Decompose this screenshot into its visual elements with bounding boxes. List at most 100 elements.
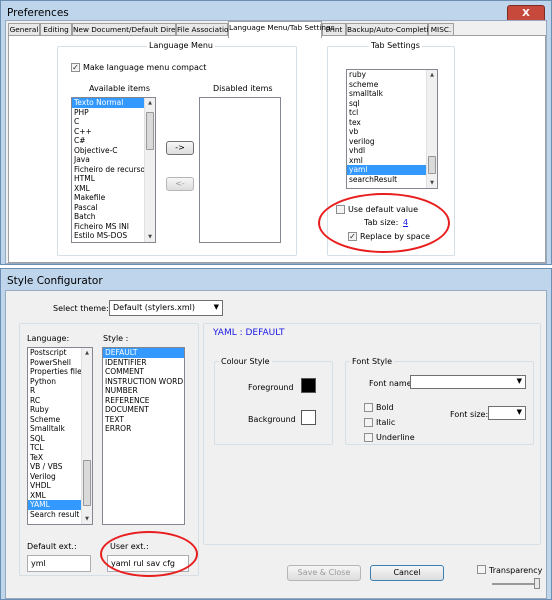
list-item[interactable]: NUMBER [103, 386, 184, 396]
list-item[interactable]: C# [72, 136, 155, 146]
list-item[interactable]: vb [347, 127, 437, 137]
chevron-down-icon[interactable]: ▼ [145, 232, 155, 242]
language-scrollbar[interactable]: ▲ ▼ [81, 348, 92, 524]
list-item[interactable]: xml [347, 156, 437, 166]
list-item[interactable]: ruby [347, 70, 437, 80]
style-list[interactable]: DEFAULT IDENTIFIER COMMENT INSTRUCTION WORD… [102, 347, 185, 525]
list-item[interactable]: COMMENT [103, 367, 184, 377]
list-item[interactable]: Estilo MS-DOS [72, 231, 155, 241]
cancel-button[interactable]: Cancel [370, 565, 444, 581]
style-configurator-client: Select theme: Default (stylers.xml) ▼ La… [5, 290, 547, 599]
chevron-down-icon[interactable]: ▼ [82, 514, 92, 524]
font-size-select[interactable]: ▼ [488, 406, 526, 420]
italic-checkbox[interactable] [364, 418, 373, 427]
list-item[interactable]: Pascal [72, 203, 155, 213]
bold-checkbox[interactable] [364, 403, 373, 412]
list-item[interactable]: Ficheiro de recurso [72, 165, 155, 175]
theme-value: Default (stylers.xml) [113, 303, 195, 312]
available-scrollbar[interactable]: ▲ ▼ [144, 98, 155, 242]
italic-label: Italic [376, 418, 396, 427]
list-item[interactable]: sql [347, 99, 437, 109]
list-item[interactable]: Java [72, 155, 155, 165]
list-item[interactable]: DEFAULT [103, 348, 184, 358]
language-label: Language: [27, 334, 70, 343]
chevron-up-icon[interactable]: ▲ [145, 98, 155, 108]
font-size-label: Font size: [450, 410, 489, 419]
list-item[interactable]: C [72, 117, 155, 127]
list-item[interactable]: PHP [72, 108, 155, 118]
remove-item-button[interactable]: <- [166, 177, 194, 191]
user-ext-label: User ext.: [110, 542, 149, 551]
list-item[interactable]: DOCUMENT [103, 405, 184, 415]
list-item[interactable]: Makefile [72, 193, 155, 203]
language-list[interactable]: Postscript PowerShell Properties file Pytho… [27, 347, 93, 525]
list-item[interactable]: XML [72, 184, 155, 194]
transparency-slider-thumb[interactable] [534, 578, 540, 589]
transparency-checkbox[interactable] [477, 565, 486, 574]
list-item[interactable]: scheme [347, 80, 437, 90]
chevron-up-icon[interactable]: ▲ [427, 70, 437, 80]
disabled-items-list[interactable] [199, 97, 281, 243]
theme-select[interactable]: Default (stylers.xml) ▼ [109, 300, 223, 316]
list-item[interactable]: IDENTIFIER [103, 358, 184, 368]
transparency-label: Transparency [489, 566, 543, 575]
styles: DEFAULT IDENTIFIER COMMENT INSTRUCTION WORD… [103, 348, 184, 434]
chevron-down-icon: ▼ [516, 377, 522, 385]
chevron-up-icon[interactable]: ▲ [82, 348, 92, 358]
font-name-select[interactable]: ▼ [410, 375, 526, 389]
available-scroll-thumb[interactable] [146, 112, 154, 150]
tab-language-scroll-thumb[interactable] [428, 156, 436, 174]
list-item[interactable]: yaml [347, 165, 437, 175]
save-close-button[interactable]: Save & Close [287, 565, 361, 581]
list-item[interactable]: ERROR [103, 424, 184, 434]
list-item[interactable]: REFERENCE [103, 396, 184, 406]
tab-size-value[interactable]: 4 [403, 218, 408, 227]
font-style-title: Font Style [350, 357, 395, 366]
foreground-label: Foreground [248, 383, 294, 392]
foreground-swatch[interactable] [301, 378, 316, 393]
list-item[interactable]: tcl [347, 108, 437, 118]
chevron-down-icon[interactable]: ▼ [427, 178, 437, 188]
preferences-window: Preferences X General Editing New Docume… [0, 0, 552, 265]
font-name-label: Font name: [369, 379, 415, 388]
list-item[interactable]: searchResult [347, 175, 437, 185]
underline-checkbox[interactable] [364, 433, 373, 442]
list-item[interactable]: HTML [72, 174, 155, 184]
chevron-down-icon: ▼ [213, 303, 219, 311]
list-item[interactable]: tex [347, 118, 437, 128]
list-item[interactable]: Texto Normal [72, 98, 155, 108]
list-item[interactable]: Ficheiro MS INI [72, 222, 155, 232]
style-configurator-title: Style Configurator [7, 275, 103, 287]
list-item[interactable]: Objective-C [72, 146, 155, 156]
tab-languages: ruby scheme smalltalk sql tcl tex vb verilog vhd… [347, 70, 437, 184]
check-icon: ✓ [349, 232, 356, 241]
list-item[interactable]: vhdl [347, 146, 437, 156]
list-item[interactable]: TEXT [103, 415, 184, 425]
add-item-button[interactable]: -> [166, 141, 194, 155]
transparency-slider-track[interactable] [492, 583, 540, 585]
available-items-title: Available items [89, 84, 150, 93]
list-item[interactable]: Batch [72, 212, 155, 222]
default-ext-label: Default ext.: [27, 542, 77, 551]
compact-checkbox[interactable]: ✓ [71, 63, 80, 72]
preferences-client: General Editing New Document/Default Dir… [5, 20, 547, 264]
list-item[interactable]: C++ [72, 127, 155, 137]
tab-language-scrollbar[interactable]: ▲ ▼ [426, 70, 437, 188]
available-items-list[interactable]: Texto Normal PHP C C++ C# Objective-C Java Fich… [71, 97, 156, 243]
replace-by-space-checkbox[interactable]: ✓ [348, 232, 357, 241]
default-ext-field[interactable]: yml [27, 555, 91, 572]
disabled-items-title: Disabled items [213, 84, 273, 93]
underline-label: Underline [376, 433, 415, 442]
use-default-checkbox[interactable] [336, 205, 345, 214]
list-item[interactable]: verilog [347, 137, 437, 147]
tab-language-list[interactable]: ruby scheme smalltalk sql tcl tex vb verilog vhd… [346, 69, 438, 189]
style-label: Style : [103, 334, 129, 343]
list-item[interactable]: INSTRUCTION WORD [103, 377, 184, 387]
language-menu-title: Language Menu [147, 41, 215, 50]
style-heading: YAML : DEFAULT [213, 328, 285, 338]
language-scroll-thumb[interactable] [83, 460, 91, 506]
list-item[interactable]: smalltalk [347, 89, 437, 99]
tab-language-menu[interactable]: Language Menu/Tab Settings [228, 21, 334, 38]
background-swatch[interactable] [301, 410, 316, 425]
user-ext-field[interactable]: yaml rul sav cfg [107, 555, 189, 572]
